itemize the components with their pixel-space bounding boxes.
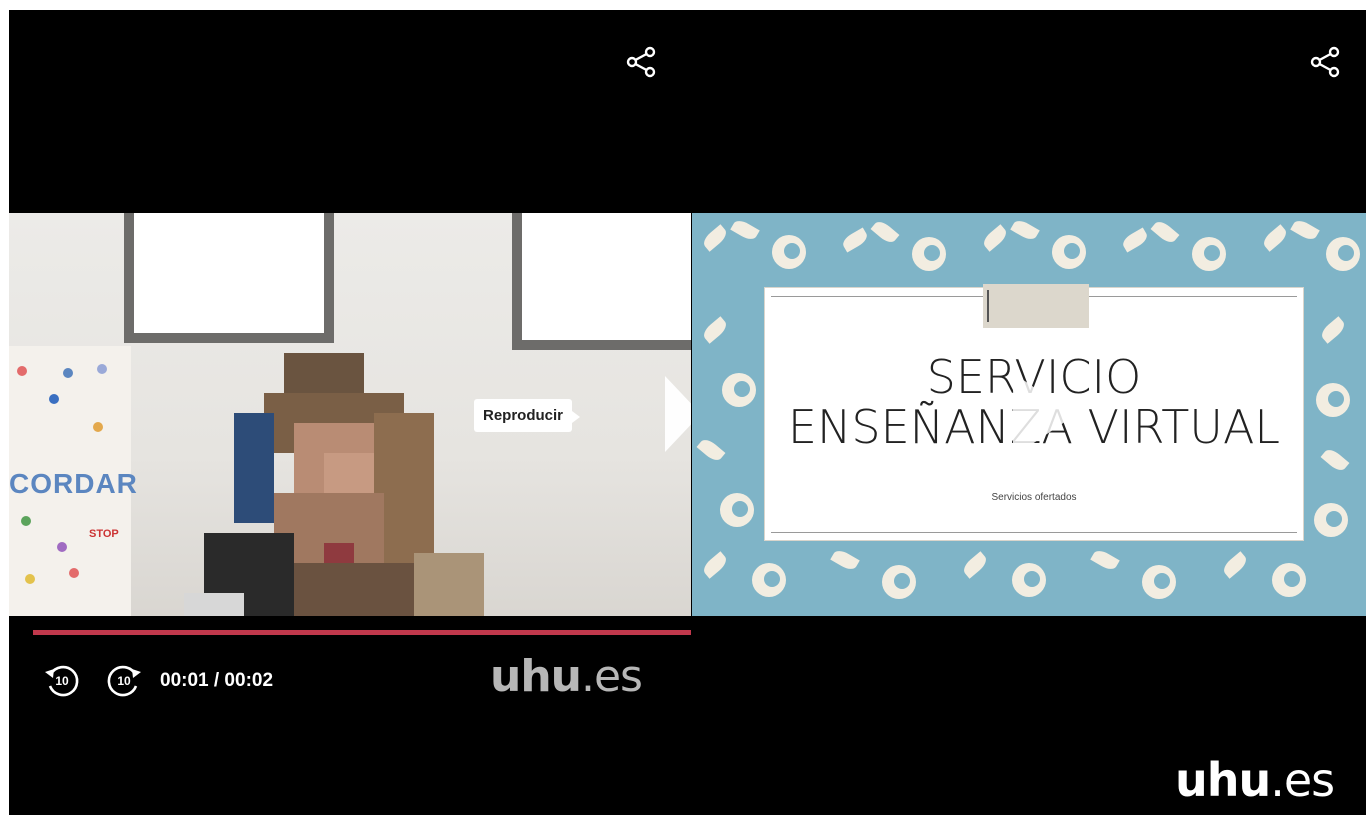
camera-video[interactable]: CORDAR STOP Reproducir: [9, 213, 691, 616]
forward-label: 10: [117, 674, 131, 688]
time-display: 00:01 / 00:02: [160, 670, 274, 691]
rewind-icon: 10: [45, 665, 79, 697]
share-icon[interactable]: [1308, 45, 1342, 79]
play-icon[interactable]: [1013, 373, 1075, 457]
forward-icon: 10: [107, 665, 141, 697]
forward-10-button[interactable]: 10: [104, 660, 144, 700]
share-icon[interactable]: [624, 45, 658, 79]
progress-bar[interactable]: [33, 630, 691, 635]
rewind-label: 10: [55, 674, 69, 688]
wall-poster: CORDAR STOP: [9, 346, 137, 616]
pixelated-person: [174, 353, 504, 616]
rewind-10-button[interactable]: 10: [42, 660, 82, 700]
uhu-logo: uhu.es: [490, 651, 643, 702]
window-left: [124, 213, 334, 343]
window-right: [512, 213, 691, 350]
slide-subtitle: Servicios ofertados: [991, 492, 1077, 503]
play-icon[interactable]: [665, 376, 691, 452]
play-tooltip: Reproducir: [474, 399, 581, 432]
poster-word: CORDAR: [9, 468, 138, 499]
uhu-logo: uhu.es: [1175, 753, 1335, 807]
slide-tab: [983, 284, 1089, 328]
progress-fill: [33, 630, 691, 635]
poster-stop: STOP: [89, 528, 119, 540]
video-player[interactable]: CORDAR STOP Reproducir SERVICIO ENSEÑANZ…: [9, 10, 1366, 815]
